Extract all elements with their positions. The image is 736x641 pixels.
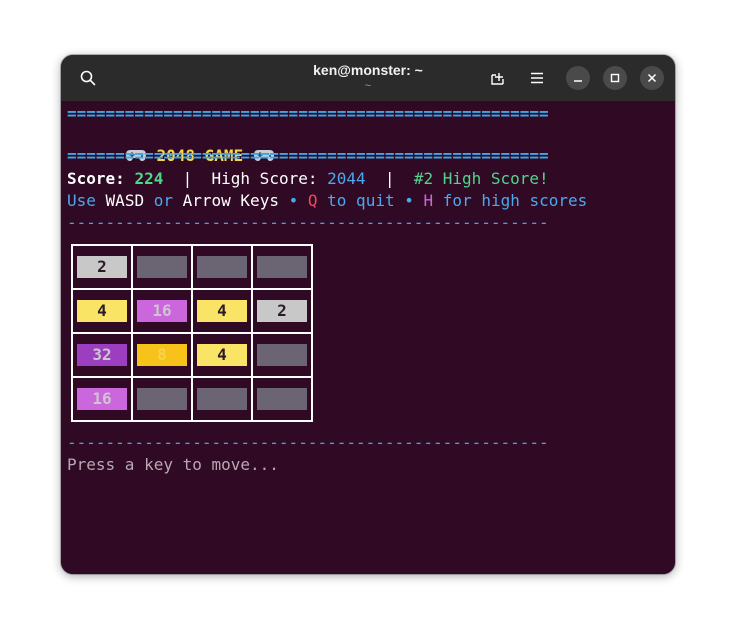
close-icon [647,73,657,83]
menu-button[interactable] [523,64,551,92]
score-value: 224 [134,169,164,188]
separator: | [384,169,395,188]
help-for-high-scores: for high scores [442,191,588,210]
tile-8: 8 [137,344,187,366]
board-grid-line [131,244,133,422]
board-grid-line [311,244,313,422]
terminal-area[interactable]: ========================================… [61,101,675,574]
terminal-window: ken@monster: ~ ~ =======================… [61,55,675,574]
tile-32: 32 [77,344,127,366]
help-or: or [153,191,173,210]
help-line: Use WASD or Arrow Keys • Q to quit • H f… [67,190,587,212]
top-rule: ========================================… [67,104,549,123]
high-score-label: High Score: [211,169,318,188]
score-label: Score: [67,169,125,188]
game-title-line: 2048 GAME [67,123,275,165]
tile-empty [197,256,247,278]
help-arrow-keys: Arrow Keys [182,191,279,210]
score-line: Score: 224 | High Score: 2044 | #2 High … [67,168,549,190]
tile-2: 2 [77,256,127,278]
help-bullet: • [288,191,299,210]
tile-empty [137,256,187,278]
tile-empty [197,388,247,410]
second-rule: ========================================… [67,146,549,165]
help-q: Q [307,191,318,210]
board-grid-line [191,244,193,422]
help-wasd: WASD [105,191,145,210]
tile-4: 4 [197,300,247,322]
new-tab-icon [491,73,504,85]
board-grid-line [251,244,253,422]
title-bar[interactable]: ken@monster: ~ ~ [61,55,675,101]
tile-empty [137,388,187,410]
tile-empty [257,344,307,366]
help-use: Use [67,191,96,210]
help-to-quit: to quit [327,191,395,210]
dash-rule-bottom: ----------------------------------------… [67,433,549,452]
tile-4: 4 [197,344,247,366]
game-board: 2 4 16 4 2 32 8 4 16 [71,244,313,422]
minimize-icon [574,80,582,82]
help-bullet: • [404,191,414,210]
minimize-button[interactable] [566,66,590,90]
close-button[interactable] [640,66,664,90]
dash-rule-top: ----------------------------------------… [67,213,549,232]
hamburger-menu-icon [531,72,543,84]
tile-16: 16 [137,300,187,322]
tile-4: 4 [77,300,127,322]
help-h: H [423,191,434,210]
high-score-value: 2044 [327,169,366,188]
new-tab-button[interactable] [484,64,512,92]
tile-2: 2 [257,300,307,322]
maximize-button[interactable] [603,66,627,90]
rank-text: #2 High Score! [413,169,549,188]
maximize-icon [610,73,620,83]
tile-empty [257,256,307,278]
prompt-text: Press a key to move... [67,455,279,474]
tile-empty [257,388,307,410]
tile-16: 16 [77,388,127,410]
separator: | [182,169,193,188]
board-grid-line [71,244,73,422]
